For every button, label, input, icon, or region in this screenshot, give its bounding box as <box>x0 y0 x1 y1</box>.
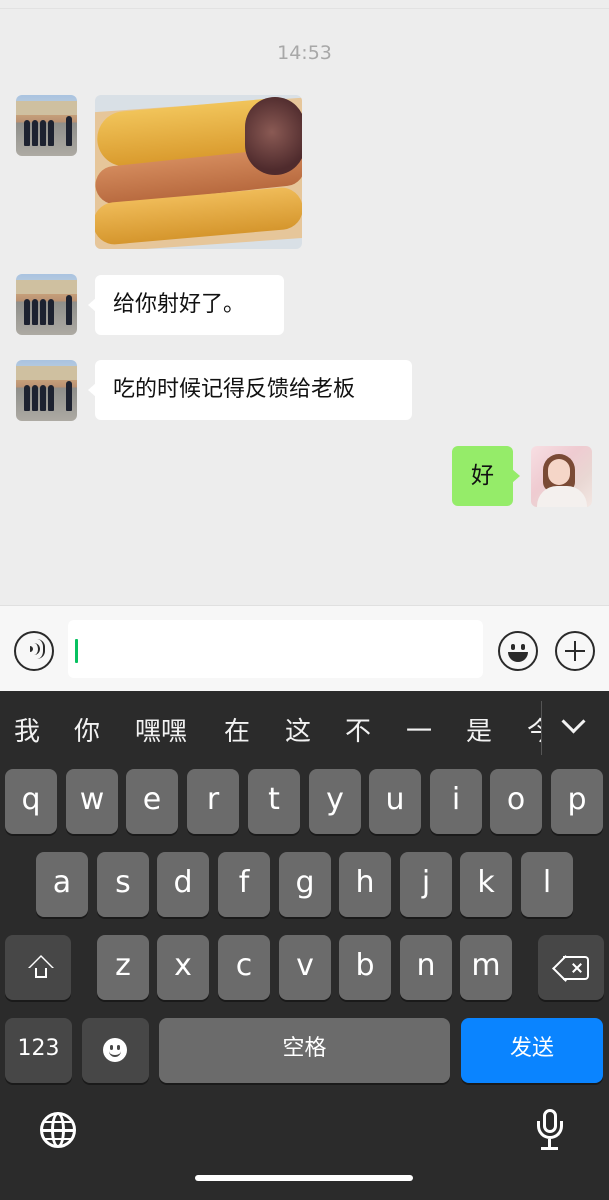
candidate-word[interactable]: 一 <box>406 711 432 748</box>
key-g[interactable]: g <box>279 852 331 917</box>
candidate-word[interactable]: 我 <box>14 711 40 748</box>
chat-area: 14:53 给你射好了。 吃的时候记得反馈给老板 好 <box>0 0 609 605</box>
candidate-word[interactable]: 今 <box>527 711 541 748</box>
message-input-bar <box>0 605 609 692</box>
received-message-bubble[interactable]: 吃的时候记得反馈给老板 <box>88 360 412 420</box>
backspace-icon <box>552 955 589 982</box>
text-caret <box>75 639 78 663</box>
key-t[interactable]: t <box>248 769 300 834</box>
key-m[interactable]: m <box>460 935 512 1000</box>
message-timestamp: 14:53 <box>277 42 332 64</box>
key-q[interactable]: q <box>5 769 57 834</box>
key-u[interactable]: u <box>369 769 421 834</box>
emoji-keyboard-icon <box>103 1038 127 1062</box>
key-h[interactable]: h <box>339 852 391 917</box>
send-key[interactable]: 发送 <box>461 1018 603 1083</box>
space-key[interactable]: 空格 <box>159 1018 450 1083</box>
candidate-word[interactable]: 嘿嘿 <box>135 711 187 748</box>
home-indicator[interactable] <box>195 1175 413 1181</box>
emoji-key[interactable] <box>82 1018 149 1083</box>
key-b[interactable]: b <box>339 935 391 1000</box>
plus-icon[interactable] <box>555 631 595 671</box>
contact-avatar[interactable] <box>16 95 77 156</box>
key-d[interactable]: d <box>157 852 209 917</box>
key-r[interactable]: r <box>187 769 239 834</box>
numbers-key[interactable]: 123 <box>5 1018 72 1083</box>
image-message[interactable] <box>95 95 302 249</box>
key-w[interactable]: w <box>66 769 118 834</box>
key-z[interactable]: z <box>97 935 149 1000</box>
candidate-word[interactable]: 在 <box>224 711 250 748</box>
candidate-word[interactable]: 你 <box>74 711 100 748</box>
key-k[interactable]: k <box>460 852 512 917</box>
message-input[interactable] <box>68 620 483 678</box>
top-divider <box>0 8 609 9</box>
key-s[interactable]: s <box>97 852 149 917</box>
key-c[interactable]: c <box>218 935 270 1000</box>
key-f[interactable]: f <box>218 852 270 917</box>
key-i[interactable]: i <box>430 769 482 834</box>
key-o[interactable]: o <box>490 769 542 834</box>
candidate-word[interactable]: 不 <box>345 711 371 748</box>
shift-key[interactable] <box>5 935 71 1000</box>
candidate-word[interactable]: 是 <box>466 711 492 748</box>
key-x[interactable]: x <box>157 935 209 1000</box>
key-l[interactable]: l <box>521 852 573 917</box>
key-v[interactable]: v <box>279 935 331 1000</box>
chevron-down-icon[interactable] <box>561 709 586 734</box>
keyboard: 我 你 嘿嘿 在 这 不 一 是 今 q w e r t y u i o p a… <box>0 691 609 1200</box>
key-p[interactable]: p <box>551 769 603 834</box>
delete-key[interactable] <box>538 935 604 1000</box>
candidate-divider <box>541 701 542 755</box>
received-message-bubble[interactable]: 给你射好了。 <box>88 275 284 335</box>
microphone-icon[interactable] <box>535 1109 565 1153</box>
contact-avatar[interactable] <box>16 360 77 421</box>
emoji-icon[interactable] <box>498 631 538 671</box>
sent-message-bubble[interactable]: 好 <box>452 446 520 506</box>
key-n[interactable]: n <box>400 935 452 1000</box>
key-a[interactable]: a <box>36 852 88 917</box>
user-avatar[interactable] <box>531 446 592 507</box>
candidate-word[interactable]: 这 <box>285 711 311 748</box>
voice-icon[interactable] <box>14 631 54 671</box>
globe-icon[interactable] <box>40 1112 76 1148</box>
key-j[interactable]: j <box>400 852 452 917</box>
candidate-bar: 我 你 嘿嘿 在 这 不 一 是 今 <box>0 691 609 769</box>
key-e[interactable]: e <box>126 769 178 834</box>
key-y[interactable]: y <box>309 769 361 834</box>
contact-avatar[interactable] <box>16 274 77 335</box>
